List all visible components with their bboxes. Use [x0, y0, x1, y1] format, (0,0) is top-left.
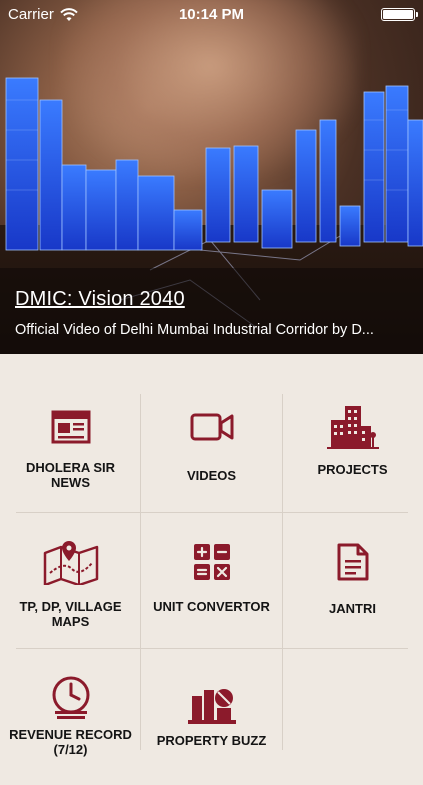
video-description: Official Video of Delhi Mumbai Industria…	[15, 322, 374, 338]
clock-records-icon	[52, 676, 89, 719]
tile-revenue-record[interactable]: REVENUE RECORD (7/12)	[0, 649, 141, 785]
tile-dholera-sir-news[interactable]: DHOLERA SIR NEWS	[0, 378, 141, 514]
video-camera-icon	[190, 413, 233, 441]
map-pin-icon	[43, 541, 98, 585]
property-buzz-icon	[187, 689, 236, 724]
status-time: 10:14 PM	[178, 6, 245, 23]
video-banner[interactable]: DMIC: Vision 2040 Official Video of Delh…	[0, 0, 423, 354]
tile-unit-convertor[interactable]: UNIT CONVERTOR	[141, 513, 282, 649]
tile-label: UNIT CONVERTOR	[153, 599, 270, 614]
tile-jantri[interactable]: JANTRI	[282, 513, 423, 649]
tile-label: PROJECTS	[317, 462, 388, 477]
tile-projects[interactable]: PROJECTS	[282, 378, 423, 514]
menu-grid: DHOLERA SIR NEWS VIDEOS PROJECTS TP, DP,…	[0, 378, 423, 757]
tile-label: DHOLERA SIR NEWS	[25, 460, 116, 490]
video-caption-overlay	[0, 268, 423, 354]
document-icon	[337, 543, 368, 581]
calculator-icon	[193, 544, 230, 580]
tile-videos[interactable]: VIDEOS	[141, 378, 282, 514]
status-bar: Carrier 10:14 PM	[0, 0, 423, 30]
tile-tp-dp-village-maps[interactable]: TP, DP, VILLAGE MAPS	[0, 513, 141, 649]
tile-property-buzz[interactable]: PROPERTY BUZZ	[141, 649, 282, 785]
buildings-icon	[326, 406, 379, 449]
tile-label: PROPERTY BUZZ	[156, 733, 267, 748]
tile-label: TP, DP, VILLAGE MAPS	[19, 599, 122, 629]
tile-label: VIDEOS	[186, 468, 237, 483]
video-title[interactable]: DMIC: Vision 2040	[15, 288, 185, 311]
tile-label: JANTRI	[329, 601, 376, 616]
battery-icon	[381, 8, 418, 21]
newspaper-icon	[51, 410, 90, 444]
tile-empty	[282, 649, 423, 785]
tile-label: REVENUE RECORD (7/12)	[9, 727, 132, 757]
